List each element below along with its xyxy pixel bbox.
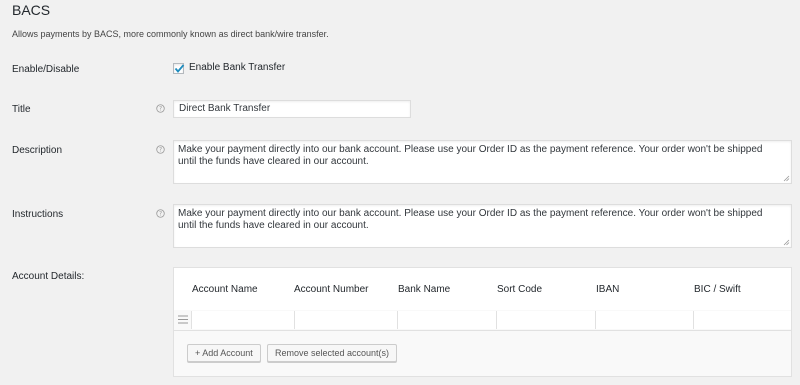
help-icon[interactable]: ?	[156, 104, 165, 113]
column-bank-name: Bank Name	[398, 284, 451, 295]
account-details-table: Account Name Account Number Bank Name So…	[173, 267, 792, 377]
remove-accounts-button[interactable]: Remove selected account(s)	[267, 344, 398, 362]
column-iban: IBAN	[596, 284, 620, 295]
column-sort-code: Sort Code	[497, 284, 543, 295]
svg-text:?: ?	[159, 212, 162, 218]
title-label: Title	[12, 104, 31, 115]
column-account-number: Account Number	[294, 284, 369, 295]
svg-text:?: ?	[159, 148, 162, 154]
account-table-header: Account Name Account Number Bank Name So…	[174, 268, 791, 311]
section-title: BACS	[12, 2, 51, 18]
sort-code-input[interactable]	[496, 311, 595, 329]
instructions-textarea[interactable]: Make your payment directly into our bank…	[173, 204, 792, 248]
instructions-line-1: Make your payment directly into our bank…	[178, 208, 763, 219]
description-line-1: Make your payment directly into our bank…	[178, 144, 763, 155]
enable-bank-transfer-label[interactable]: Enable Bank Transfer	[189, 62, 285, 73]
account-name-input[interactable]	[191, 311, 294, 329]
bic-swift-input[interactable]	[693, 311, 791, 329]
help-icon[interactable]: ?	[156, 145, 165, 154]
iban-input[interactable]	[595, 311, 693, 329]
column-account-name: Account Name	[192, 284, 258, 295]
account-number-input[interactable]	[294, 311, 397, 329]
description-line-2: until the funds have cleared in our acco…	[178, 156, 369, 167]
help-icon[interactable]: ?	[156, 209, 165, 218]
bank-name-input[interactable]	[397, 311, 496, 329]
account-details-label: Account Details:	[12, 271, 85, 282]
add-account-button[interactable]: + Add Account	[187, 344, 261, 362]
table-row	[174, 310, 791, 331]
column-bic-swift: BIC / Swift	[694, 284, 741, 295]
section-description: Allows payments by BACS, more commonly k…	[12, 29, 329, 39]
resize-grip-icon[interactable]	[783, 239, 790, 246]
drag-handle-icon[interactable]	[178, 315, 188, 324]
description-textarea[interactable]: Make your payment directly into our bank…	[173, 140, 792, 184]
enable-bank-transfer-checkbox[interactable]	[173, 63, 185, 74]
account-table-footer: + Add Account Remove selected account(s)	[174, 331, 791, 376]
svg-text:?: ?	[159, 107, 162, 113]
instructions-line-2: until the funds have cleared in our acco…	[178, 220, 369, 231]
title-input[interactable]: Direct Bank Transfer	[173, 100, 411, 118]
instructions-label: Instructions	[12, 209, 64, 220]
description-label: Description	[12, 145, 63, 156]
resize-grip-icon[interactable]	[783, 175, 790, 182]
checkmark-icon	[174, 64, 185, 73]
enable-disable-label: Enable/Disable	[12, 64, 80, 75]
